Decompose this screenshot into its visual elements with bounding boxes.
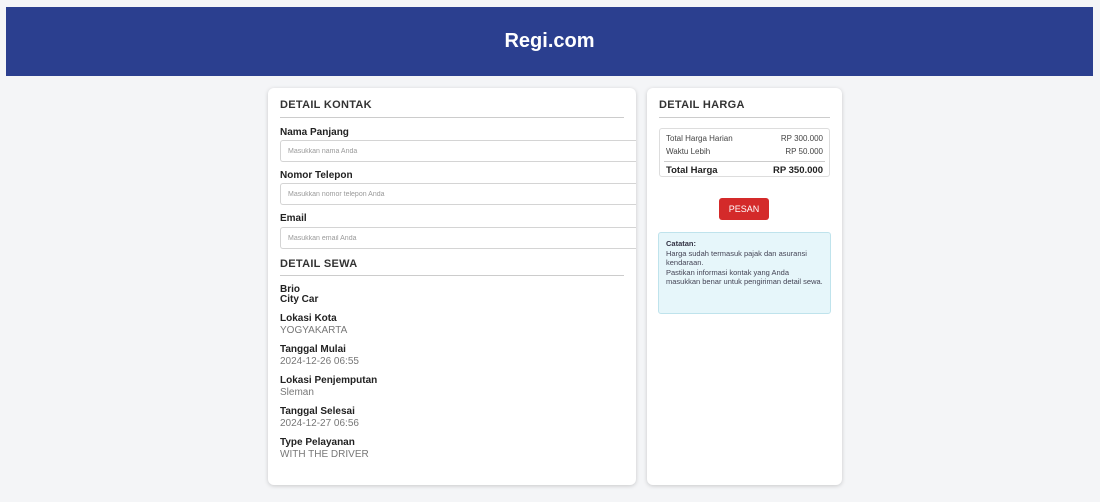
- pickup-location-label: Lokasi Penjemputan: [280, 375, 378, 386]
- daily-price-label: Total Harga Harian: [666, 134, 733, 143]
- price-divider-top: [659, 117, 830, 118]
- order-button[interactable]: PESAN: [719, 198, 769, 220]
- car-type: City Car: [280, 294, 319, 305]
- service-type-label: Type Pelayanan: [280, 437, 355, 448]
- rental-section-title: DETAIL SEWA: [280, 258, 358, 270]
- price-section-title: DETAIL HARGA: [659, 99, 745, 111]
- price-summary-box: Total Harga Harian RP 300.000 Waktu Lebi…: [659, 128, 830, 177]
- daily-price-row: Total Harga Harian RP 300.000: [666, 134, 823, 143]
- contact-divider: [280, 117, 624, 118]
- email-input[interactable]: [280, 227, 636, 249]
- contact-rental-card: DETAIL KONTAK Nama Panjang Nomor Telepon…: [268, 88, 636, 485]
- start-date-label: Tanggal Mulai: [280, 344, 346, 355]
- note-box: Catatan: Harga sudah termasuk pajak dan …: [658, 232, 831, 314]
- overtime-value: RP 50.000: [785, 147, 823, 156]
- end-date-value: 2024-12-27 06:56: [280, 418, 359, 429]
- service-type-value: WITH THE DRIVER: [280, 449, 369, 460]
- rental-divider: [280, 275, 624, 276]
- end-date-label: Tanggal Selesai: [280, 406, 355, 417]
- total-price-value: RP 350.000: [772, 165, 823, 176]
- price-card: DETAIL HARGA Total Harga Harian RP 300.0…: [647, 88, 842, 485]
- name-label: Nama Panjang: [280, 127, 349, 138]
- pickup-location-value: Sleman: [280, 387, 314, 398]
- brand-logo-text[interactable]: Regi.com: [504, 30, 594, 53]
- name-input[interactable]: [280, 140, 636, 162]
- overtime-label: Waktu Lebih: [666, 147, 711, 156]
- note-line-contact: Pastikan informasi kontak yang Anda masu…: [666, 268, 823, 286]
- total-price-label: Total Harga: [666, 165, 718, 176]
- email-label: Email: [280, 213, 307, 224]
- contact-section-title: DETAIL KONTAK: [280, 99, 372, 111]
- note-title: Catatan:: [666, 239, 697, 248]
- note-line-tax: Harga sudah termasuk pajak dan asuransi …: [666, 249, 807, 267]
- phone-input[interactable]: [280, 183, 636, 205]
- start-date-value: 2024-12-26 06:55: [280, 356, 359, 367]
- city-value: YOGYAKARTA: [280, 325, 348, 336]
- phone-label: Nomor Telepon: [280, 170, 353, 181]
- daily-price-value: RP 300.000: [780, 134, 823, 143]
- overtime-row: Waktu Lebih RP 50.000: [666, 147, 823, 156]
- city-label: Lokasi Kota: [280, 313, 337, 324]
- price-total-divider: [664, 161, 825, 162]
- total-price-row: Total Harga RP 350.000: [666, 165, 823, 176]
- top-navbar: Regi.com: [6, 7, 1093, 76]
